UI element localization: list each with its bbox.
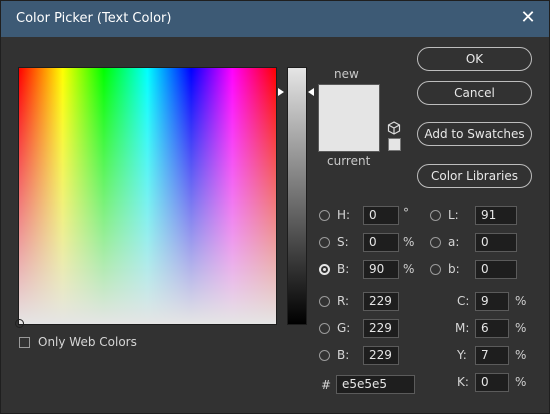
- color-field[interactable]: [15, 67, 277, 328]
- only-web-colors-checkbox[interactable]: [19, 337, 30, 348]
- green-field[interactable]: 229: [363, 319, 399, 338]
- color-picker-dialog: Color Picker (Text Color) ✕ new current …: [0, 0, 550, 414]
- percent-unit: %: [515, 294, 527, 308]
- color-field-overlay: [19, 68, 276, 324]
- cyan-label: C:: [457, 294, 470, 308]
- red-label: R:: [337, 294, 350, 308]
- hex-field[interactable]: e5e5e5: [336, 375, 415, 394]
- b-lab-label: b:: [448, 262, 460, 276]
- brightness-field[interactable]: 90: [363, 260, 399, 279]
- close-icon[interactable]: ✕: [517, 7, 539, 29]
- percent-unit: %: [515, 348, 527, 362]
- degree-unit: °: [403, 206, 409, 220]
- percent-unit: %: [403, 262, 415, 276]
- saturation-label: S:: [337, 235, 349, 249]
- red-field[interactable]: 229: [363, 292, 399, 311]
- gamut-cube-icon[interactable]: [387, 121, 401, 135]
- a-label: a:: [448, 235, 460, 249]
- only-web-colors-label[interactable]: Only Web Colors: [38, 335, 137, 349]
- hue-label: H:: [337, 208, 351, 222]
- magenta-field[interactable]: 6: [475, 319, 509, 338]
- color-field-marker[interactable]: [15, 319, 24, 328]
- radio-hue[interactable]: [319, 210, 330, 221]
- hue-field[interactable]: 0: [363, 206, 399, 225]
- saturation-field[interactable]: 0: [363, 233, 399, 252]
- radio-lightness[interactable]: [430, 210, 441, 221]
- magenta-label: M:: [455, 321, 470, 335]
- a-field[interactable]: 0: [475, 233, 517, 252]
- percent-unit: %: [515, 321, 527, 335]
- percent-unit: %: [515, 375, 527, 389]
- radio-brightness[interactable]: [319, 264, 330, 275]
- radio-green[interactable]: [319, 323, 330, 334]
- new-color-label: new: [334, 67, 359, 81]
- brightness-label: B:: [337, 262, 350, 276]
- black-field[interactable]: 0: [475, 373, 509, 392]
- blue-field[interactable]: 229: [363, 346, 399, 365]
- ok-button[interactable]: OK: [417, 47, 532, 71]
- radio-blue[interactable]: [319, 350, 330, 361]
- cancel-button[interactable]: Cancel: [417, 81, 532, 105]
- black-label: K:: [457, 375, 469, 389]
- add-to-swatches-button[interactable]: Add to Swatches: [417, 122, 532, 146]
- green-label: G:: [337, 321, 351, 335]
- web-safe-swatch[interactable]: [388, 138, 401, 151]
- radio-b-lab[interactable]: [430, 264, 441, 275]
- slider-right-arrow-icon[interactable]: [308, 88, 314, 96]
- cyan-field[interactable]: 9: [475, 292, 509, 311]
- yellow-label: Y:: [457, 348, 467, 362]
- b-lab-field[interactable]: 0: [475, 260, 517, 279]
- hex-label: #: [321, 378, 332, 392]
- current-color-label: current: [327, 154, 371, 168]
- yellow-field[interactable]: 7: [475, 346, 509, 365]
- lightness-label: L:: [448, 208, 459, 222]
- radio-red[interactable]: [319, 296, 330, 307]
- brightness-slider[interactable]: [287, 67, 307, 325]
- title-bar: Color Picker (Text Color) ✕: [1, 1, 549, 37]
- slider-left-arrow-icon[interactable]: [278, 88, 284, 96]
- blue-label: B:: [337, 348, 350, 362]
- percent-unit: %: [403, 235, 415, 249]
- radio-saturation[interactable]: [319, 237, 330, 248]
- dialog-title: Color Picker (Text Color): [16, 11, 172, 26]
- lightness-field[interactable]: 91: [475, 206, 517, 225]
- radio-a[interactable]: [430, 237, 441, 248]
- color-libraries-button[interactable]: Color Libraries: [417, 164, 532, 188]
- color-preview-swatch[interactable]: [318, 84, 380, 152]
